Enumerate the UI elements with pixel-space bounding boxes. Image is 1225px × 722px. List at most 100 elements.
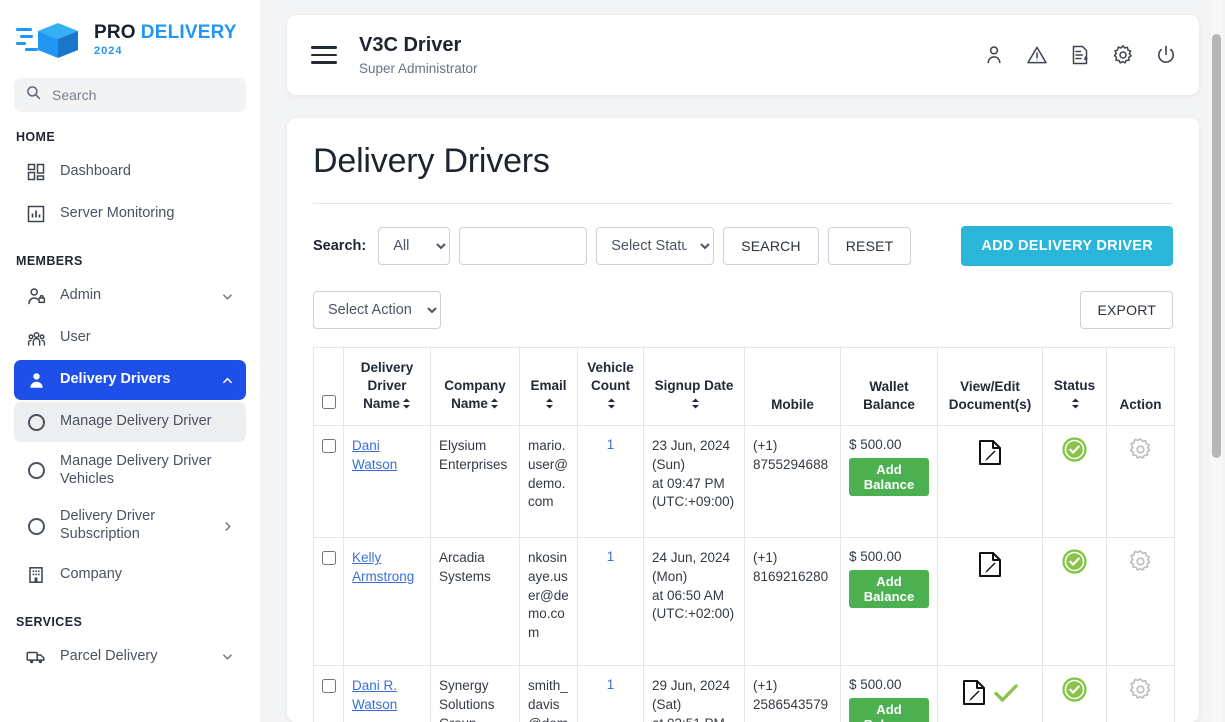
radio-circle-icon xyxy=(26,461,46,481)
row-checkbox[interactable] xyxy=(322,551,336,566)
row-settings-gear-icon[interactable] xyxy=(1128,677,1153,702)
add-delivery-driver-button[interactable]: ADD DELIVERY DRIVER xyxy=(961,226,1173,266)
row-select-cell xyxy=(313,665,344,722)
table-head: Delivery Driver Name Company Name Email … xyxy=(313,346,1175,427)
search-input[interactable] xyxy=(50,86,234,104)
sort-icon xyxy=(402,396,411,414)
sidebar-item-company[interactable]: Company xyxy=(14,555,246,595)
col-driver-name[interactable]: Delivery Driver Name xyxy=(343,346,431,427)
row-checkbox[interactable] xyxy=(322,439,336,454)
sidebar-search[interactable] xyxy=(14,78,246,112)
vehicle-count-link[interactable]: 1 xyxy=(607,437,615,452)
reset-button[interactable]: RESET xyxy=(827,227,912,265)
table-header-row: Delivery Driver Name Company Name Email … xyxy=(313,346,1175,427)
sidebar-item-manage-delivery-driver[interactable]: Manage Delivery Driver xyxy=(14,402,246,442)
search-scope-select[interactable]: All xyxy=(378,227,451,265)
page-scrollbar-track[interactable] xyxy=(1211,0,1222,722)
status-cell xyxy=(1042,537,1107,667)
nav-section-services: SERVICES xyxy=(16,614,83,629)
sidebar-item-user[interactable]: User xyxy=(14,318,246,358)
col-status[interactable]: Status xyxy=(1042,346,1107,427)
truck-icon xyxy=(26,647,46,667)
sidebar-item-admin[interactable]: Admin xyxy=(14,276,246,316)
sidebar-item-label: Manage Delivery Driver xyxy=(60,413,212,430)
power-logout-icon[interactable] xyxy=(1155,44,1177,66)
bar-chart-box-icon xyxy=(26,204,46,224)
sidebar-item-label: User xyxy=(60,329,91,346)
search-icon xyxy=(26,85,41,105)
sidebar-item-delivery-drivers[interactable]: Delivery Drivers xyxy=(14,360,246,400)
search-keyword-input[interactable] xyxy=(459,227,588,265)
warning-triangle-icon[interactable] xyxy=(1026,44,1048,66)
title-divider xyxy=(313,203,1173,204)
page-scrollbar-thumb[interactable] xyxy=(1212,34,1221,458)
driver-name-link[interactable]: Dani Watson xyxy=(352,437,422,473)
search-button[interactable]: SEARCH xyxy=(723,227,819,265)
sidebar-item-label: Manage Delivery Driver Vehicles xyxy=(60,453,212,487)
vehicle-count-cell: 1 xyxy=(577,665,644,722)
sidebar-item-manage-delivery-driver-vehicles[interactable]: Manage Delivery Driver Vehicles xyxy=(14,444,246,497)
hamburger-menu-icon[interactable] xyxy=(311,41,337,69)
topbar-titles: V3C Driver Super Administrator xyxy=(359,34,478,76)
document-edit-icon[interactable] xyxy=(978,439,1003,469)
status-filter-select[interactable]: Select Status xyxy=(596,227,715,265)
gear-settings-icon[interactable] xyxy=(1112,44,1134,66)
mobile-number: 8755294688 xyxy=(753,457,829,473)
sidebar-item-parcel-delivery[interactable]: Parcel Delivery xyxy=(14,637,246,677)
action-cell xyxy=(1106,537,1175,667)
filters-toolbar: Search: All Select Status SEARCH RESET A… xyxy=(313,226,1173,266)
chevron-up-icon xyxy=(222,375,234,386)
sidebar-item-dashboard[interactable]: Dashboard xyxy=(14,152,246,192)
vehicle-count-link[interactable]: 1 xyxy=(607,677,615,692)
status-active-check-icon[interactable] xyxy=(1062,549,1087,575)
documents-cell xyxy=(937,665,1043,722)
sidebar-item-label: Dashboard xyxy=(60,163,131,180)
documents-cell xyxy=(937,425,1043,539)
document-edit-icon[interactable] xyxy=(1069,44,1091,66)
people-group-icon xyxy=(26,328,46,348)
signup-time-value: at 03:51 PM (UTC:+05:30) xyxy=(652,715,736,722)
document-edit-icon[interactable] xyxy=(962,679,987,709)
col-email[interactable]: Email xyxy=(519,346,578,427)
topbar-title: V3C Driver xyxy=(359,34,462,57)
export-button[interactable]: EXPORT xyxy=(1080,291,1173,329)
col-signup-date[interactable]: Signup Date xyxy=(643,346,745,427)
signup-time-value: at 09:47 PM (UTC:+09:00) xyxy=(652,475,735,510)
row-settings-gear-icon[interactable] xyxy=(1128,437,1153,462)
signup-time-value: at 06:50 AM (UTC:+02:00) xyxy=(652,587,735,622)
add-balance-button[interactable]: Add Balance xyxy=(849,458,929,497)
signup-date-cell: 24 Jun, 2024 (Mon) at 06:50 AM (UTC:+02:… xyxy=(643,537,745,667)
driver-name-link[interactable]: Kelly Armstrong xyxy=(352,549,422,585)
person-lock-icon xyxy=(26,286,46,306)
driver-name-cell: Kelly Armstrong xyxy=(343,537,431,667)
driver-name-cell: Dani R. Watson xyxy=(343,665,431,722)
status-cell xyxy=(1042,425,1107,539)
search-label: Search: xyxy=(313,238,367,254)
brand-logo[interactable]: PRO DELIVERY 2024 xyxy=(0,0,260,68)
radio-circle-icon xyxy=(26,516,46,536)
select-all-checkbox[interactable] xyxy=(322,394,336,409)
status-active-check-icon[interactable] xyxy=(1062,437,1087,463)
mobile-country-code: (+1) xyxy=(753,678,778,694)
document-edit-icon[interactable] xyxy=(978,551,1003,581)
signup-date-cell: 23 Jun, 2024 (Sun) at 09:47 PM (UTC:+09:… xyxy=(643,425,745,539)
sidebar-item-server-monitoring[interactable]: Server Monitoring xyxy=(14,194,246,234)
wallet-balance-amount: $ 500.00 xyxy=(849,437,902,453)
driver-name-link[interactable]: Dani R. Watson xyxy=(352,677,422,713)
sidebar-item-delivery-driver-subscription[interactable]: Delivery Driver Subscription xyxy=(14,499,246,552)
row-settings-gear-icon[interactable] xyxy=(1128,549,1153,574)
row-checkbox[interactable] xyxy=(322,679,336,694)
status-active-check-icon[interactable] xyxy=(1062,677,1087,703)
vehicle-count-link[interactable]: 1 xyxy=(607,549,615,564)
table-row: Dani Watson Elysium Enterprises mario.us… xyxy=(313,425,1175,539)
sort-icon xyxy=(545,396,554,414)
user-profile-icon[interactable] xyxy=(983,44,1005,66)
add-balance-button[interactable]: Add Balance xyxy=(849,570,929,609)
col-vehicle-count[interactable]: Vehicle Count xyxy=(577,346,644,427)
radio-circle-icon xyxy=(26,412,46,432)
email-cell: smith_davis@demo.com xyxy=(519,665,578,722)
add-balance-button[interactable]: Add Balance xyxy=(849,698,929,722)
brand-wordmark: PRO DELIVERY 2024 xyxy=(94,23,237,57)
bulk-action-select[interactable]: Select Action xyxy=(313,291,441,329)
col-company-name[interactable]: Company Name xyxy=(430,346,520,427)
